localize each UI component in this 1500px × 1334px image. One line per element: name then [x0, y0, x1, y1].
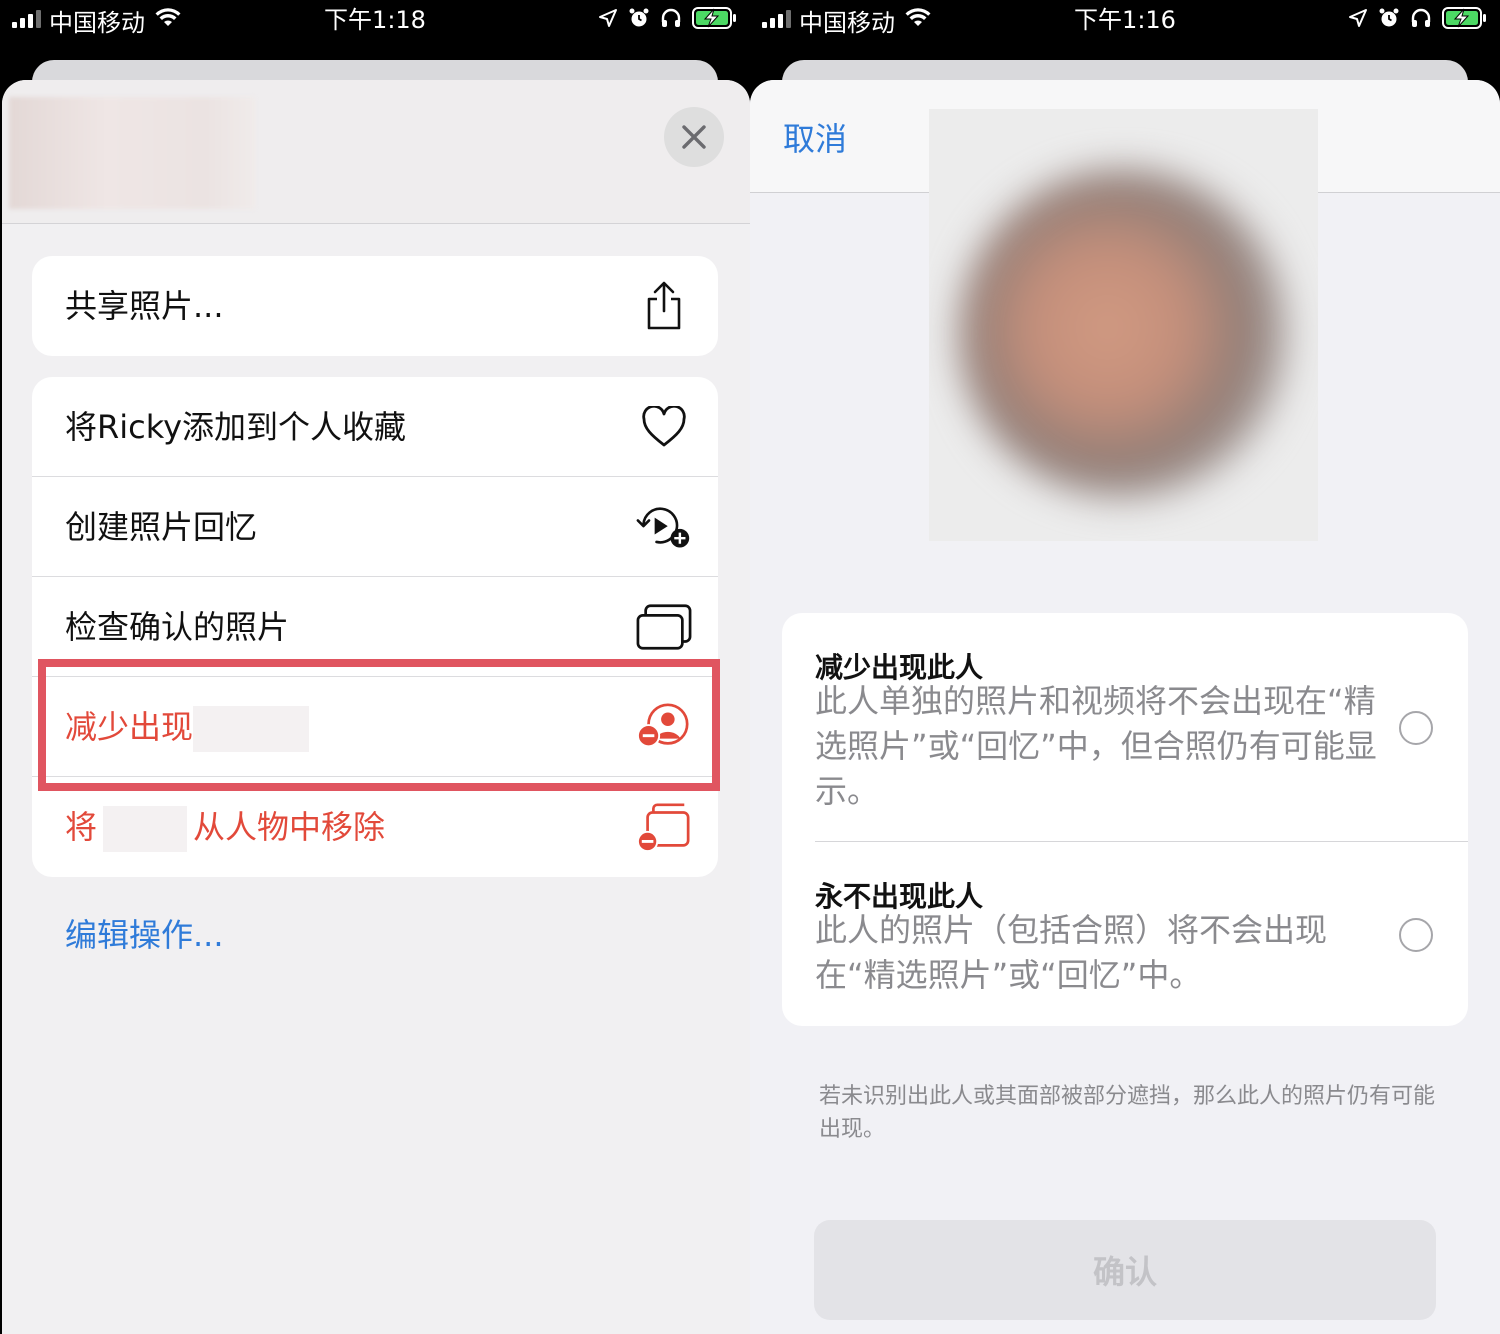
alarm-icon [628, 7, 650, 33]
radio-button[interactable] [1399, 711, 1433, 745]
photo-stack-icon [636, 602, 692, 652]
options-card: 减少出现此人 此人单独的照片和视频将不会出现在“精选照片”或“回忆”中，但合照仍… [782, 613, 1468, 1026]
option-description: 此人单独的照片和视频将不会出现在“精选照片”或“回忆”中，但合照仍有可能显示。 [815, 682, 1377, 810]
location-icon [598, 8, 618, 32]
create-memory-item[interactable]: 创建照片回忆 [32, 477, 718, 577]
person-thumbnail [9, 97, 255, 209]
share-photos-label: 共享照片... [65, 287, 224, 325]
right-screen: 中国移动 下午1:16 取消 减少出现此人 此人单独的照片和视频将不会出现在“精… [750, 0, 1500, 1334]
person-photo [929, 109, 1318, 541]
remove-from-people-label: 将 从人物中移除 [65, 777, 385, 877]
remove-from-people-item[interactable]: 将 从人物中移除 [32, 777, 718, 877]
share-group: 共享照片... [32, 256, 718, 356]
heart-icon [636, 402, 692, 452]
cancel-button[interactable]: 取消 [783, 114, 847, 160]
highlight-annotation [38, 659, 720, 791]
option-description: 此人的照片（包括合照）将不会出现在“精选照片”或“回忆”中。 [815, 911, 1328, 994]
add-to-favorites-item[interactable]: 将Ricky添加到个人收藏 [32, 377, 718, 477]
battery-charging-icon [1442, 6, 1488, 34]
left-screen: 中国移动 下午1:18 共享照片... 将Ricky添加到个人收藏 创建照片回忆… [0, 0, 750, 1334]
create-memory-label: 创建照片回忆 [65, 508, 258, 546]
remove-prefix-text: 将 [65, 808, 98, 846]
radio-button[interactable] [1399, 918, 1433, 952]
add-to-favorites-label: 将Ricky添加到个人收藏 [65, 408, 407, 446]
edit-actions-link[interactable]: 编辑操作... [65, 910, 224, 956]
memory-play-plus-icon [636, 502, 692, 552]
status-bar: 中国移动 下午1:16 [750, 0, 1500, 42]
headphones-icon [1410, 7, 1432, 33]
headphones-icon [660, 7, 682, 33]
person-actions-group: 将Ricky添加到个人收藏 创建照片回忆 检查确认的照片 减少出现 将 从人物中… [32, 377, 718, 877]
redacted-name [103, 806, 188, 852]
remove-suffix-text: 从人物中移除 [193, 808, 386, 846]
close-icon [682, 125, 706, 149]
feature-less-sheet: 取消 减少出现此人 此人单独的照片和视频将不会出现在“精选照片”或“回忆”中，但… [750, 80, 1500, 1334]
share-photos-item[interactable]: 共享照片... [32, 256, 718, 356]
status-icons [598, 6, 738, 34]
sheet-header [2, 80, 750, 224]
alarm-icon [1378, 7, 1400, 33]
remove-from-people-icon [636, 802, 692, 852]
footnote: 若未识别出此人或其面部被部分遮挡，那么此人的照片仍有可能出现。 [819, 1084, 1436, 1142]
close-button[interactable] [664, 107, 724, 167]
confirm-button[interactable]: 确认 [814, 1220, 1436, 1320]
status-bar: 中国移动 下午1:18 [0, 0, 750, 42]
share-icon [636, 281, 692, 331]
divider [815, 841, 1468, 842]
battery-charging-icon [692, 6, 738, 34]
status-icons [1348, 6, 1488, 34]
location-icon [1348, 8, 1368, 32]
